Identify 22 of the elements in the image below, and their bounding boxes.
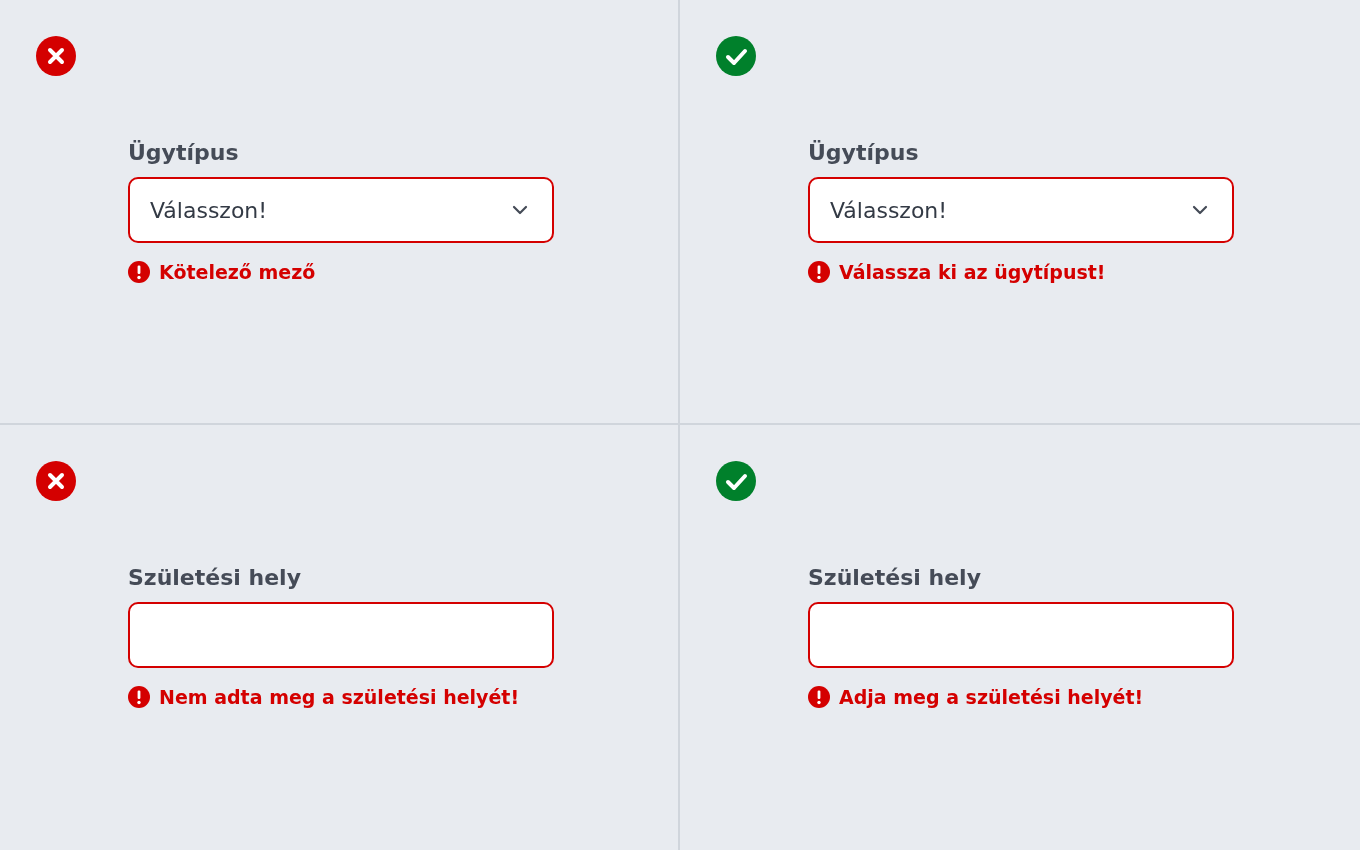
- input-field[interactable]: [808, 602, 1234, 668]
- error-icon: [128, 686, 150, 708]
- select-field[interactable]: Válasszon!: [128, 177, 554, 243]
- error-message: Nem adta meg a születési helyét!: [159, 686, 520, 708]
- input-field[interactable]: [128, 602, 554, 668]
- error-message: Kötelező mező: [159, 261, 316, 283]
- field-label: Ügytípus: [128, 139, 240, 167]
- field-label: Születési hely: [808, 564, 982, 592]
- check-icon: [716, 36, 756, 76]
- error-icon: [808, 686, 830, 708]
- select-field[interactable]: Válasszon!: [808, 177, 1234, 243]
- check-icon: [716, 461, 756, 501]
- chevron-down-icon: [512, 205, 528, 215]
- error-message: Válassza ki az ügytípust!: [839, 261, 1106, 283]
- error-icon: [128, 261, 150, 283]
- field-label: Ügytípus: [808, 139, 920, 167]
- field-label: Születési hely: [128, 564, 302, 592]
- chevron-down-icon: [1192, 205, 1208, 215]
- cross-icon: [36, 461, 76, 501]
- error-message: Adja meg a születési helyét!: [839, 686, 1144, 708]
- error-icon: [808, 261, 830, 283]
- cross-icon: [36, 36, 76, 76]
